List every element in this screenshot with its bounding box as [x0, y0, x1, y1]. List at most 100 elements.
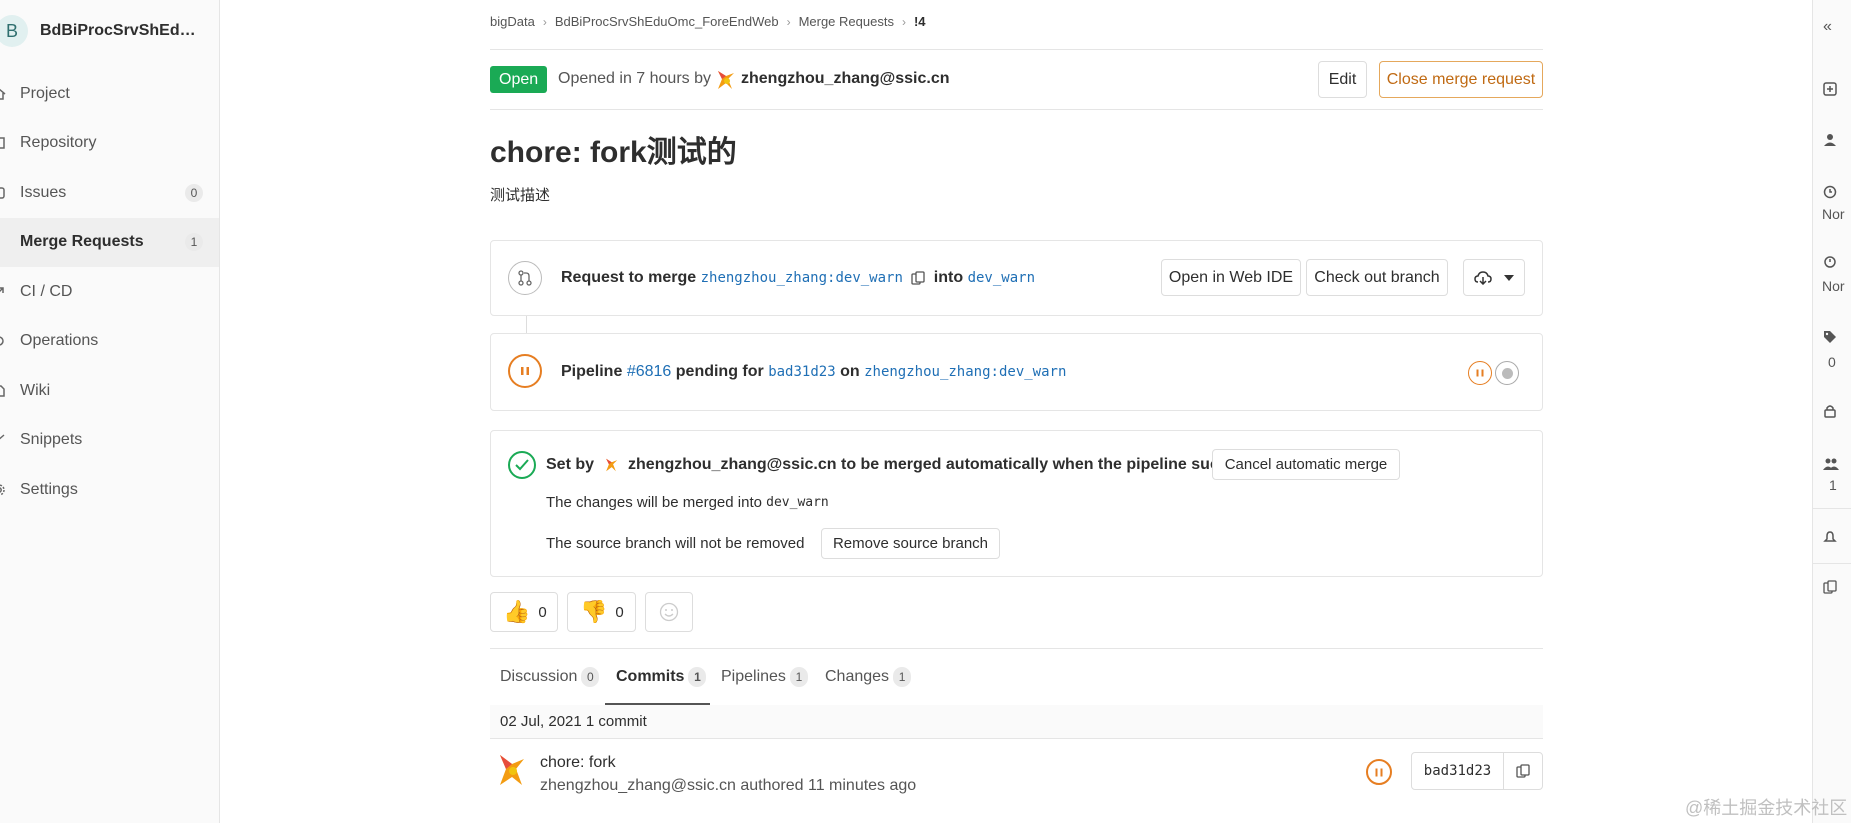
thumbsup-icon: 👍	[503, 599, 531, 624]
tab-changes[interactable]: Changes 1	[825, 667, 912, 687]
download-dropdown-button[interactable]	[1463, 259, 1525, 296]
chevron-right-icon: ›	[786, 14, 791, 29]
sidebar-item-label: Project	[20, 84, 70, 102]
milestone-clock-icon[interactable]	[1823, 185, 1837, 202]
pipeline-namespace-link[interactable]: zhengzhou_zhang	[864, 364, 990, 380]
sidebar-item-label: Issues	[20, 183, 67, 201]
pipeline-branch-link[interactable]: dev_warn	[999, 364, 1066, 380]
copy-reference-icon[interactable]	[1823, 580, 1837, 597]
tab-discussion[interactable]: Discussion 0	[500, 667, 600, 687]
collapse-sidebar-icon[interactable]: «	[1823, 18, 1832, 36]
participants-icon[interactable]	[1823, 457, 1839, 474]
pipeline-sha-link[interactable]: bad31d23	[768, 364, 835, 380]
opened-text: Opened in 7 hours by	[558, 70, 711, 87]
commit-author-avatar[interactable]	[492, 751, 528, 791]
check-circle-icon	[508, 451, 536, 479]
commit-sha-button[interactable]: bad31d23	[1412, 753, 1504, 789]
open-web-ide-button[interactable]: Open in Web IDE	[1161, 259, 1301, 296]
divider	[1813, 563, 1851, 564]
stage-created-icon[interactable]	[1495, 361, 1519, 385]
scissors-icon	[0, 433, 12, 447]
target-branch-link[interactable]: dev_warn	[968, 270, 1035, 286]
sidebar-item-project[interactable]: Project	[0, 69, 219, 119]
changes-merge-line: The changes will be merged into dev_warn	[546, 494, 829, 511]
sidebar-item-label: Merge Requests	[20, 233, 144, 251]
tab-count: 1	[893, 667, 912, 687]
auto-merge-card: Set by zhengzhou_zhang@ssic.cn to be mer…	[490, 430, 1543, 577]
commit-row: chore: fork zhengzhou_zhang@ssic.cn auth…	[490, 739, 1543, 823]
pipeline-id-link[interactable]: #6816	[627, 363, 672, 381]
user-avatar[interactable]	[602, 456, 620, 474]
copy-sha-button[interactable]	[1504, 753, 1542, 789]
labels-count: 0	[1828, 354, 1836, 370]
cancel-automatic-merge-button[interactable]: Cancel automatic merge	[1212, 449, 1400, 480]
stopwatch-icon[interactable]	[1823, 254, 1837, 271]
breadcrumb-item-project[interactable]: BdBiProcSrvShEduOmc_ForeEndWeb	[555, 14, 779, 29]
book-icon	[0, 384, 12, 398]
edit-button[interactable]: Edit	[1318, 61, 1367, 98]
sidebar-item-label: Settings	[20, 480, 78, 498]
tab-label: Commits	[616, 668, 685, 685]
divider	[490, 109, 1543, 110]
lock-icon[interactable]	[1823, 404, 1837, 421]
sidebar-item-operations[interactable]: Operations	[0, 317, 219, 367]
auto-merge-line: Set by zhengzhou_zhang@ssic.cn to be mer…	[546, 456, 1264, 474]
gear-icon	[0, 483, 12, 497]
pipeline-on: on	[840, 363, 860, 380]
breadcrumb-item-merge-requests[interactable]: Merge Requests	[799, 14, 894, 29]
pipeline-status-line: Pipeline #6816 pending for bad31d23 on z…	[561, 363, 1067, 381]
breadcrumb-item-group[interactable]: bigData	[490, 14, 535, 29]
sidebar-item-label: Snippets	[20, 431, 83, 449]
source-namespace-link[interactable]: zhengzhou_zhang	[701, 270, 827, 286]
auto-merge-set-by: Set by	[546, 456, 595, 473]
sidebar-item-repository[interactable]: Repository	[0, 119, 219, 169]
auto-merge-user-link[interactable]: zhengzhou_zhang@ssic.cn	[628, 456, 837, 474]
pipeline-status-text: pending for	[675, 363, 764, 380]
commit-day-header: 02 Jul, 2021 1 commit	[490, 705, 1543, 739]
add-reaction-button[interactable]	[645, 592, 693, 632]
thumbsdown-award-button[interactable]: 👎 0	[567, 592, 636, 632]
remove-source-branch-button[interactable]: Remove source branch	[821, 528, 1000, 559]
chevron-right-icon: ›	[542, 14, 547, 29]
sidebar-item-label: CI / CD	[20, 282, 73, 300]
sidebar-item-merge-requests[interactable]: Merge Requests 1	[0, 217, 219, 267]
pipeline-pending-icon[interactable]	[508, 354, 542, 388]
labels-tag-icon[interactable]	[1823, 330, 1837, 347]
sidebar-item-label: Repository	[20, 134, 97, 152]
project-header[interactable]: B BdBiProcSrvShEduO...	[0, 0, 219, 62]
notifications-bell-icon[interactable]	[1823, 530, 1837, 547]
author-name[interactable]: zhengzhou_zhang@ssic.cn	[741, 70, 950, 88]
source-branch-text: The source branch will not be removed	[546, 535, 805, 552]
project-avatar[interactable]: B	[0, 15, 28, 47]
tab-commits[interactable]: Commits 1	[616, 667, 707, 687]
copy-icon[interactable]	[911, 271, 925, 285]
author-avatar[interactable]	[712, 67, 738, 93]
cloud-gear-icon	[0, 334, 12, 348]
commit-pipeline-pending-icon[interactable]	[1366, 759, 1392, 785]
close-merge-request-button[interactable]: Close merge request	[1379, 61, 1543, 98]
participants-count: 1	[1829, 477, 1837, 493]
time-spent-value: Nor	[1822, 278, 1845, 294]
tab-label: Changes	[825, 668, 890, 685]
tab-pipelines[interactable]: Pipelines 1	[721, 667, 808, 687]
thumbsup-award-button[interactable]: 👍 0	[490, 592, 558, 632]
project-name[interactable]: BdBiProcSrvShEduO...	[40, 22, 205, 40]
pipeline-label: Pipeline	[561, 363, 623, 380]
source-branch-link[interactable]: dev_warn	[835, 270, 902, 286]
sidebar-item-label: Wiki	[20, 381, 51, 399]
commit-title[interactable]: chore: fork	[540, 754, 616, 772]
changes-text: The changes will be merged into	[546, 494, 762, 511]
sidebar-item-issues[interactable]: Issues 0	[0, 168, 219, 218]
cloud-download-icon	[1474, 270, 1492, 285]
assignee-icon[interactable]	[1823, 133, 1837, 150]
breadcrumb-item-current[interactable]: !4	[914, 14, 926, 29]
sidebar-item-wiki[interactable]: Wiki	[0, 366, 219, 416]
sidebar-item-ci-cd[interactable]: CI / CD	[0, 267, 219, 317]
todo-add-icon[interactable]	[1823, 82, 1837, 99]
sidebar-item-snippets[interactable]: Snippets	[0, 416, 219, 466]
rocket-icon	[0, 285, 12, 299]
chevron-down-icon	[1504, 274, 1514, 281]
sidebar-item-settings[interactable]: Settings	[0, 465, 219, 515]
stage-pending-icon[interactable]	[1468, 361, 1492, 385]
check-out-branch-button[interactable]: Check out branch	[1306, 259, 1448, 296]
